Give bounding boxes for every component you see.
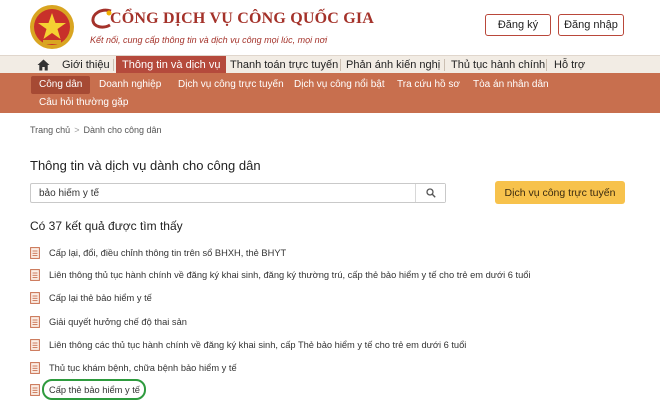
breadcrumb-separator: > — [74, 125, 80, 135]
result-link[interactable]: Liên thông các thủ tục hành chính về đăn… — [49, 340, 466, 350]
result-link[interactable]: Cấp lại thẻ bảo hiểm y tế — [49, 293, 152, 303]
result-count: Có 37 kết quả được tìm thấy — [30, 219, 183, 233]
main-nav: Giới thiệu Thông tin và dịch vụ Thanh to… — [0, 55, 660, 74]
search-box — [30, 183, 446, 203]
site-tagline: Kết nối, cung cấp thông tin và dịch vụ c… — [90, 35, 328, 45]
highlight-annotation — [42, 379, 146, 400]
search-input[interactable] — [31, 184, 415, 202]
nav-item-intro[interactable]: Giới thiệu — [62, 56, 110, 74]
site-title[interactable]: CỔNG DỊCH VỤ CÔNG QUỐC GIA — [110, 10, 374, 28]
nav-item-admin-procedures[interactable]: Thủ tục hành chính — [451, 56, 545, 74]
search-icon — [425, 188, 436, 198]
document-icon — [30, 339, 40, 351]
nav-item-info-services[interactable]: Thông tin và dịch vụ — [116, 56, 227, 74]
result-item[interactable]: Cấp lại thẻ bảo hiểm y tế — [30, 291, 152, 305]
online-services-button[interactable]: Dịch vụ công trực tuyến — [495, 181, 625, 204]
page-title: Thông tin và dịch vụ dành cho công dân — [30, 158, 261, 173]
result-item[interactable]: Giải quyết hưởng chế độ thai sản — [30, 315, 187, 329]
result-link[interactable]: Thủ tục khám bệnh, chữa bệnh bảo hiểm y … — [49, 363, 237, 373]
subnav-item-faq[interactable]: Câu hỏi thường gặp — [39, 94, 128, 112]
subnav-item-featured-services[interactable]: Dịch vụ công nổi bật — [294, 76, 385, 94]
nav-item-online-payment[interactable]: Thanh toán trực tuyến — [230, 56, 338, 74]
nav-divider — [340, 59, 341, 71]
result-item[interactable]: Liên thông các thủ tục hành chính về đăn… — [30, 338, 466, 352]
subnav-item-peoples-court[interactable]: Tòa án nhân dân — [473, 76, 549, 94]
breadcrumb-current: Dành cho công dân — [83, 125, 162, 135]
subnav-item-online-services[interactable]: Dịch vụ công trực tuyến — [178, 76, 284, 94]
sub-nav: Công dân Doanh nghiệp Dịch vụ công trực … — [0, 73, 660, 113]
subnav-item-citizen[interactable]: Công dân — [31, 76, 91, 94]
document-icon — [30, 316, 40, 328]
breadcrumb-home[interactable]: Trang chủ — [30, 125, 70, 135]
document-icon — [30, 292, 40, 304]
result-item[interactable]: Thủ tục khám bệnh, chữa bệnh bảo hiểm y … — [30, 361, 237, 375]
document-icon — [30, 269, 40, 281]
result-item[interactable]: Liên thông thủ tục hành chính về đăng ký… — [30, 268, 531, 282]
result-link[interactable]: Liên thông thủ tục hành chính về đăng ký… — [49, 270, 531, 280]
site-header: CỔNG DỊCH VỤ CÔNG QUỐC GIA Kết nối, cung… — [0, 0, 660, 55]
home-icon[interactable] — [37, 59, 50, 71]
result-link[interactable]: Cấp lại, đổi, điều chỉnh thông tin trên … — [49, 248, 286, 258]
login-button[interactable]: Đăng nhập — [558, 14, 624, 36]
subnav-item-business[interactable]: Doanh nghiệp — [99, 76, 161, 94]
nav-item-feedback[interactable]: Phản ánh kiến nghị — [346, 56, 440, 74]
subnav-item-lookup-records[interactable]: Tra cứu hồ sơ — [397, 76, 460, 94]
document-icon — [30, 362, 40, 374]
nav-divider — [444, 59, 445, 71]
result-item[interactable]: Cấp lại, đổi, điều chỉnh thông tin trên … — [30, 246, 286, 260]
document-icon — [30, 247, 40, 259]
breadcrumb: Trang chủ > Dành cho công dân — [30, 125, 162, 135]
nav-item-support[interactable]: Hỗ trợ — [554, 56, 585, 74]
register-button[interactable]: Đăng ký — [485, 14, 551, 36]
result-link[interactable]: Giải quyết hưởng chế độ thai sản — [49, 317, 187, 327]
nav-divider — [546, 59, 547, 71]
search-button[interactable] — [415, 184, 445, 202]
national-emblem-icon[interactable] — [29, 4, 75, 50]
nav-divider — [113, 59, 114, 71]
document-icon — [30, 384, 40, 396]
